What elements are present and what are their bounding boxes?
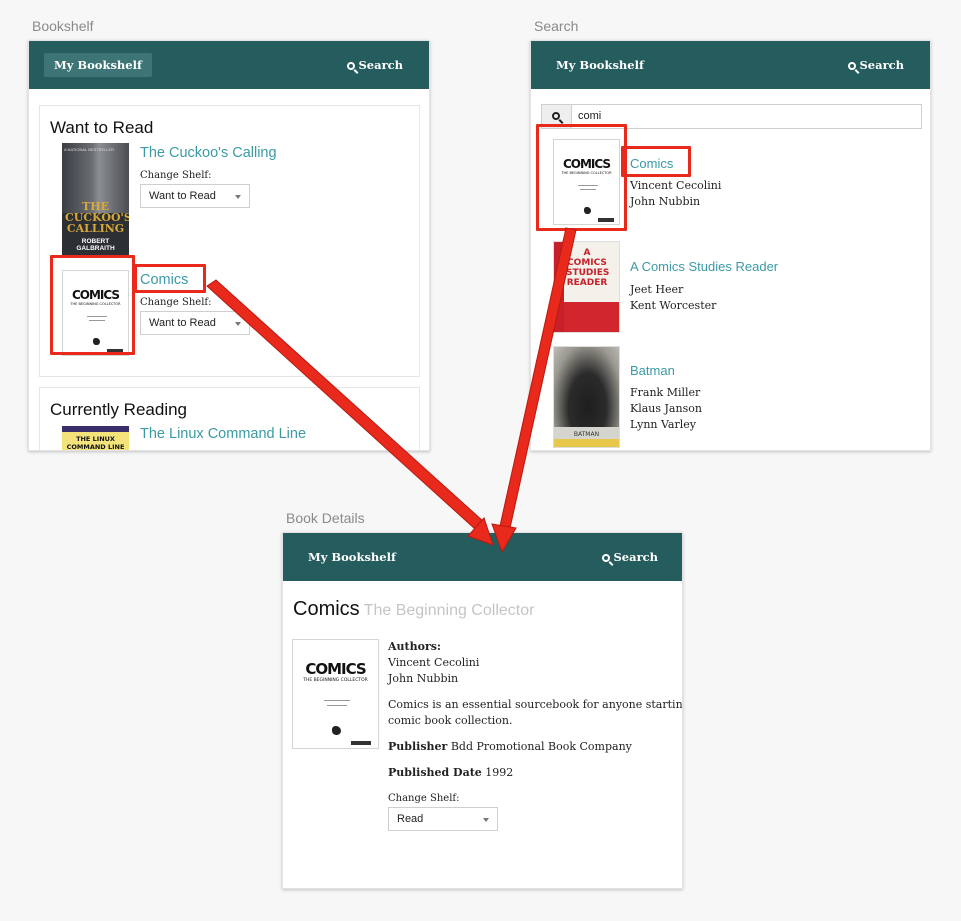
change-shelf-label: Change Shelf: — [140, 297, 212, 308]
published-value: 1992 — [485, 766, 514, 779]
search-icon — [552, 112, 560, 120]
navbar: My Bookshelf Search — [531, 41, 930, 89]
search-frame-label: Search — [534, 18, 579, 34]
nav-search[interactable]: Search — [601, 545, 659, 569]
author: John Nubbin — [388, 672, 459, 685]
book-cover-cuckoos-calling[interactable]: A NATIONAL BESTSELLER THE CUCKOO'S CALLI… — [62, 143, 129, 255]
result-author: Frank Miller — [630, 386, 701, 399]
result-title-batman[interactable]: Batman — [630, 363, 675, 378]
nav-search-label: Search — [859, 58, 905, 72]
book-details-screen: My Bookshelf Search Comics The Beginning … — [282, 532, 683, 889]
publisher-value: Bdd Promotional Book Company — [450, 740, 632, 753]
cover-logo: COMICS — [305, 660, 366, 678]
book-description: Comics is an essential sourcebook for an… — [388, 698, 683, 711]
highlight-comics-cover-search — [536, 124, 627, 231]
navbar: My Bookshelf Search — [283, 533, 682, 581]
nav-my-bookshelf[interactable]: My Bookshelf — [298, 545, 406, 569]
search-icon — [601, 554, 610, 562]
result-author: Jeet Heer — [630, 283, 684, 296]
cover-rule — [324, 700, 350, 701]
shelf-title: Currently Reading — [50, 400, 188, 419]
shelf-select-comics[interactable]: Want to Read — [140, 311, 250, 335]
nav-my-bookshelf[interactable]: My Bookshelf — [546, 53, 654, 77]
cover-red-block — [564, 302, 619, 332]
cover-title: THE LINUX COMMAND LINE — [66, 435, 125, 451]
nav-search-label: Search — [358, 58, 404, 72]
nav-my-bookshelf[interactable]: My Bookshelf — [44, 53, 152, 77]
bookshelf-frame-label: Bookshelf — [32, 18, 94, 34]
dropdown-caret-icon — [483, 818, 489, 822]
cover-art — [554, 347, 619, 427]
detail-cover-comics: COMICS THE BEGINNING COLLECTOR — [292, 639, 379, 749]
book-title: Comics — [293, 598, 360, 620]
book-title-linux-command-line[interactable]: The Linux Command Line — [140, 426, 306, 442]
highlight-comics-cover-bookshelf — [50, 255, 135, 355]
search-screen: My Bookshelf Search comi COMICS THE BEGI… — [530, 40, 931, 451]
result-title-comics-studies-reader[interactable]: A Comics Studies Reader — [630, 259, 778, 274]
dropdown-caret-icon — [235, 195, 241, 199]
publisher-label: Publisher — [388, 740, 448, 753]
search-icon — [847, 62, 856, 70]
search-icon — [346, 62, 355, 70]
shelf-title: Want to Read — [50, 118, 154, 137]
bookshelf-screen: My Bookshelf Search Want to Read A NATIO… — [28, 40, 430, 451]
cover-rule — [327, 705, 347, 706]
result-cover-batman[interactable]: BATMAN — [553, 346, 620, 448]
cover-barcode — [351, 741, 371, 745]
book-cover-linux-command-line[interactable]: THE LINUX COMMAND LINE — [62, 426, 129, 451]
shelf-select-value: Want to Read — [149, 190, 216, 202]
published-line: Published Date 1992 — [388, 766, 513, 779]
author: Vincent Cecolini — [388, 656, 480, 669]
shelf-select-cuckoo[interactable]: Want to Read — [140, 184, 250, 208]
shelf-select-detail[interactable]: Read — [388, 807, 498, 831]
change-shelf-label: Change Shelf: — [140, 170, 212, 181]
cover-red-band — [554, 242, 564, 332]
result-author: Klaus Janson — [630, 402, 702, 415]
highlight-comics-title-bookshelf — [134, 264, 206, 293]
cover-top-text: A NATIONAL BESTSELLER — [64, 147, 115, 152]
result-cover-comics-studies-reader[interactable]: A COMICS STUDIES READER — [553, 241, 620, 333]
highlight-comics-title-search — [621, 146, 691, 177]
cover-emblem — [332, 726, 341, 735]
book-subtitle: The Beginning Collector — [363, 602, 535, 619]
cover-title: BATMAN — [573, 431, 600, 438]
navbar: My Bookshelf Search — [29, 41, 429, 89]
cover-subtitle: THE BEGINNING COLLECTOR — [303, 678, 368, 683]
nav-search[interactable]: Search — [847, 53, 905, 77]
shelf-select-value: Read — [397, 813, 424, 825]
result-author: Vincent Cecolini — [630, 179, 722, 192]
cover-title: THE CUCKOO'S CALLING — [65, 200, 129, 235]
nav-search[interactable]: Search — [346, 53, 404, 77]
published-label: Published Date — [388, 766, 482, 779]
authors-label: Authors: — [388, 640, 441, 653]
result-author: Lynn Varley — [630, 418, 696, 431]
change-shelf-label: Change Shelf: — [388, 793, 460, 804]
cover-yellow-band — [554, 439, 619, 447]
shelf-select-value: Want to Read — [149, 317, 216, 329]
cover-author: ROBERT GALBRAITH — [76, 238, 115, 252]
cover-title: A COMICS STUDIES READER — [566, 248, 610, 288]
book-description: comic book collection. — [388, 714, 513, 727]
result-author: Kent Worcester — [630, 299, 717, 312]
publisher-line: Publisher Bdd Promotional Book Company — [388, 740, 632, 753]
currently-reading-shelf: Currently Reading THE LINUX COMMAND LINE… — [39, 387, 420, 451]
dropdown-caret-icon — [235, 322, 241, 326]
result-author: John Nubbin — [630, 195, 701, 208]
book-detail-title: Comics The Beginning Collector — [293, 598, 534, 621]
nav-search-label: Search — [613, 550, 659, 564]
details-frame-label: Book Details — [286, 510, 365, 526]
book-title-cuckoos-calling[interactable]: The Cuckoo's Calling — [140, 145, 277, 161]
